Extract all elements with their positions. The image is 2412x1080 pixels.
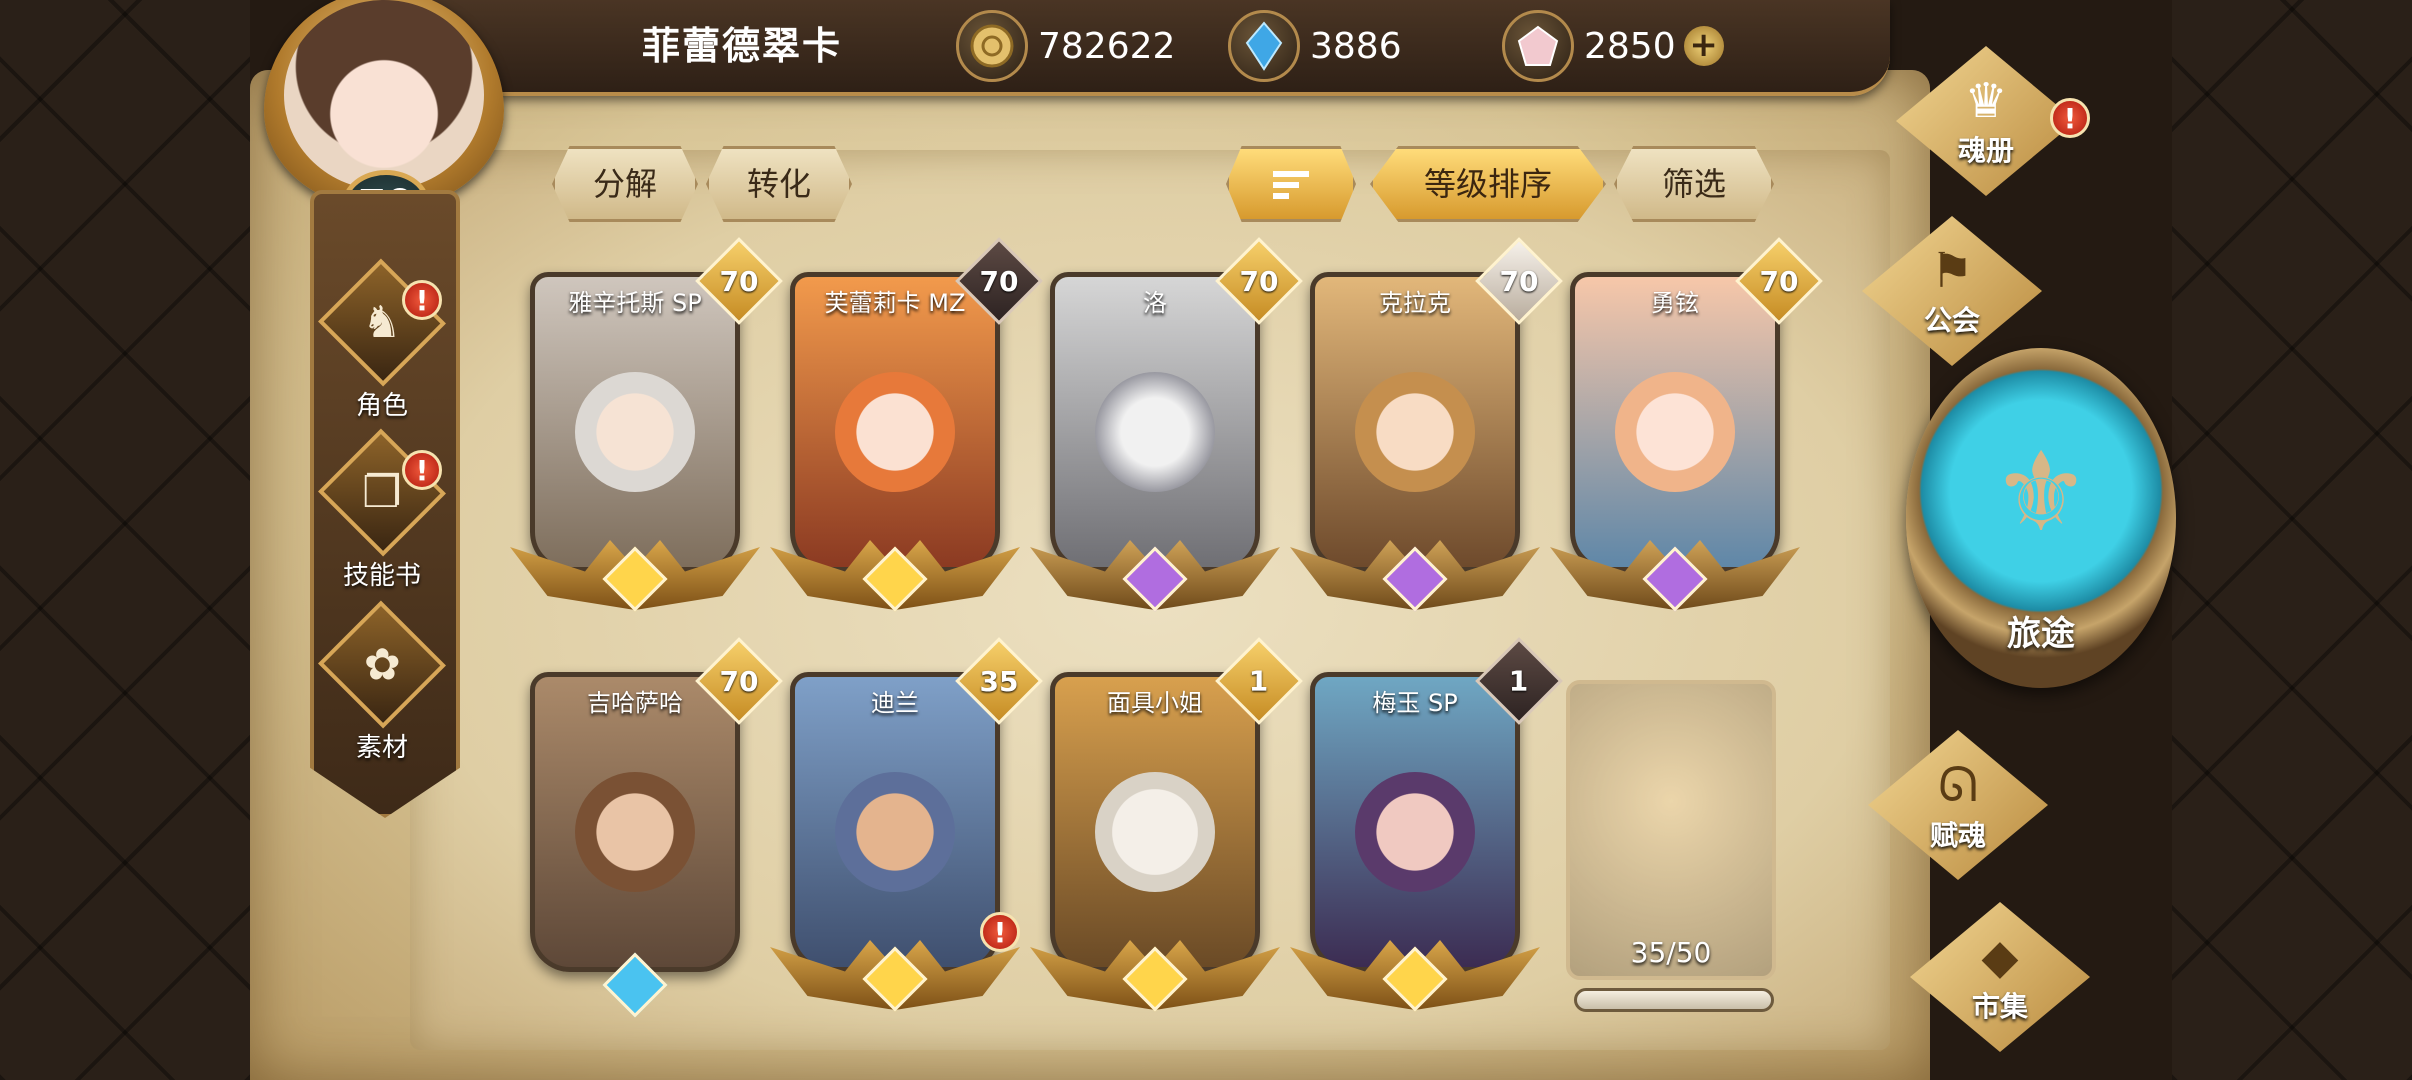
side-item-label: 素材 [355,733,408,763]
side-item-label: 技能书 [342,561,421,591]
hero-card[interactable]: 洛 [1050,272,1260,572]
hero-portrait [1615,372,1735,492]
pink-gem-icon [1502,10,1574,82]
blue-crystal-icon [1228,10,1300,82]
journey-button[interactable]: ⚜ 旅途 [1906,348,2176,688]
skill-book-icon: ❐ [318,428,446,557]
soul-book-icon: ♛ [1964,73,2008,129]
hero-alert-badge: ! [980,912,1020,952]
sort-toggle-button[interactable] [1226,146,1356,222]
market-gem-icon: ◆ [1981,929,2019,985]
hero-portrait [835,372,955,492]
hero-level: 70 [1499,264,1539,298]
endow-soul-label: 赋魂 [1929,818,1986,852]
hero-card[interactable]: 勇铉 [1570,272,1780,572]
empty-hero-slot[interactable] [1566,680,1776,980]
hero-card[interactable]: 梅玉 SP [1310,672,1520,972]
hero-level: 70 [1759,264,1799,298]
crystal-amount: 3886 [1310,25,1402,67]
hero-portrait [1355,372,1475,492]
hero-level: 1 [1509,664,1529,698]
skill-books-alert-badge: ! [402,450,442,490]
gold-resource: 782622 [956,10,1175,82]
gem-resource: 2850 + [1502,10,1724,82]
avatar-portrait [284,0,484,190]
gem-amount: 2850 [1584,25,1676,67]
hero-portrait [1355,772,1475,892]
soul-book-label: 魂册 [1957,134,2014,167]
guild-icon: ⚑ [1930,243,1974,299]
add-gem-button[interactable]: + [1683,26,1724,66]
guild-label: 公会 [1923,304,1980,337]
hero-card[interactable]: 吉哈萨哈 [530,672,740,972]
hero-level: 70 [719,664,759,698]
market-label: 市集 [1971,990,2028,1023]
market-button[interactable]: ◆ 市集 [1910,902,2090,1052]
hero-portrait [575,772,695,892]
hero-level: 35 [979,664,1019,698]
hero-level: 1 [1249,664,1269,698]
decompose-button[interactable]: 分解 [552,146,698,222]
hero-card[interactable]: 芙蕾莉卡 MZ [790,272,1000,572]
characters-alert-badge: ! [402,280,442,320]
soul-book-alert-badge: ! [2050,98,2090,138]
side-item-materials[interactable]: ✿ 素材 [312,600,452,764]
gold-amount: 782622 [1038,25,1176,67]
hero-slot-count: 35/50 [1630,936,1712,969]
character-icon: ♞ [318,258,446,387]
right-border-pattern [2172,0,2412,1080]
hero-level: 70 [719,264,759,298]
hero-portrait [835,772,955,892]
convert-button[interactable]: 转化 [706,146,852,222]
gold-coin-icon [956,10,1028,82]
list-scrollbar[interactable] [1574,988,1774,1012]
filter-button[interactable]: 筛选 [1614,146,1774,222]
level-sort-button[interactable]: 等级排序 [1370,146,1606,222]
player-name: 菲蕾德翠卡 [641,24,842,68]
journey-emblem-icon: ⚜ [1991,428,2091,556]
hero-card[interactable]: 雅辛托斯 SP [530,272,740,572]
hero-portrait [575,372,695,492]
crystal-resource: 3886 [1228,10,1402,82]
left-border-pattern [0,0,250,1080]
hero-card[interactable]: 面具小姐 [1050,672,1260,972]
sort-lines-icon [1273,171,1309,199]
hero-level: 70 [1239,264,1279,298]
flame-icon: ᘏ [1938,756,1978,813]
hero-card[interactable]: 克拉克 [1310,272,1520,572]
journey-label: 旅途 [2007,614,2075,654]
hero-card[interactable]: 迪兰 [790,672,1000,972]
hero-level: 70 [979,264,1019,298]
hero-portrait [1095,772,1215,892]
hero-portrait [1095,372,1215,492]
side-item-label: 角色 [355,391,408,421]
materials-icon: ✿ [318,600,446,729]
